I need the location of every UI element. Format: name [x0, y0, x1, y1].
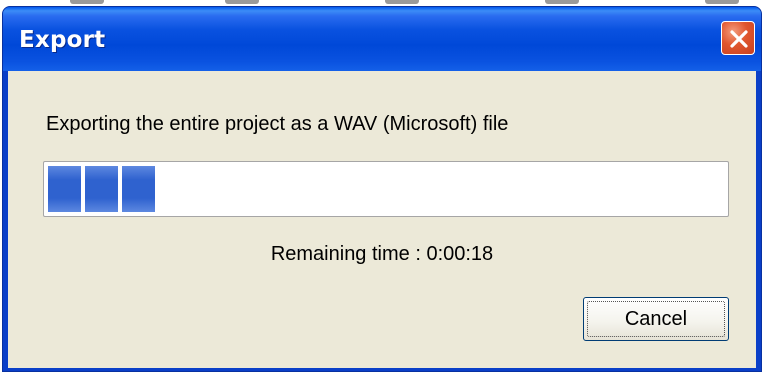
export-progress-bar: [43, 161, 729, 217]
remaining-time-label: Remaining time : 0:00:18: [270, 243, 494, 265]
cancel-button-label: Cancel: [624, 307, 688, 330]
dialog-body: Exporting the entire project as a WAV (M…: [8, 71, 756, 368]
progress-block: [122, 166, 155, 212]
dialog-title: Export: [19, 27, 106, 53]
progress-block: [48, 166, 81, 212]
export-message: Exporting the entire project as a WAV (M…: [46, 113, 509, 135]
close-button[interactable]: [721, 21, 755, 55]
cancel-button[interactable]: Cancel: [583, 297, 729, 341]
title-bar[interactable]: Export: [3, 7, 761, 71]
close-icon: [730, 30, 748, 48]
export-dialog: Export Exporting the entire project as a…: [2, 6, 762, 372]
progress-block: [85, 166, 118, 212]
progress-fill: [48, 166, 155, 212]
